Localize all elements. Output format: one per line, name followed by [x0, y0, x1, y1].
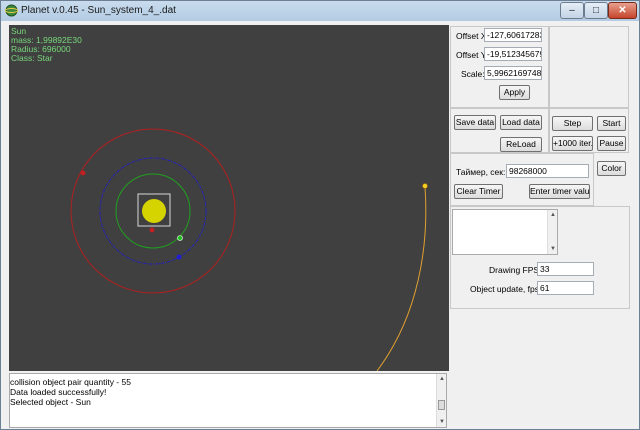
color-button[interactable]: Color — [597, 161, 626, 176]
simulation-canvas[interactable]: Sun mass: 1,99892E30 Radius: 696000 Clas… — [9, 25, 449, 371]
window-title: Planet v.0.45 - Sun_system_4_.dat — [21, 5, 176, 16]
log-line: collision object pair quantity - 55 — [10, 377, 131, 387]
start-button[interactable]: Start — [597, 116, 626, 131]
sun-body[interactable] — [142, 199, 166, 223]
drawing-fps-label: Drawing FPS: — [489, 265, 542, 275]
pause-button[interactable]: Pause — [597, 136, 626, 151]
apply-button[interactable]: Apply — [499, 85, 530, 100]
scroll-up-icon[interactable]: ▲ — [550, 212, 556, 218]
log-scrollbar[interactable]: ▲ ▼ — [436, 374, 446, 427]
log-line: Data loaded successfully! — [10, 387, 107, 397]
timer-input[interactable]: 98268000 — [506, 164, 589, 178]
enter-timer-value-button[interactable]: Enter timer value — [529, 184, 590, 199]
object-update-fps-value: 61 — [537, 281, 594, 295]
scale-input[interactable]: 5,996216974838 — [484, 66, 542, 80]
maximize-button[interactable]: □ — [584, 2, 608, 19]
timer-label: Таймер, сек: — [456, 167, 506, 177]
planet-green[interactable] — [177, 235, 183, 241]
orbit-drawing — [70, 128, 428, 371]
save-data-button[interactable]: Save data — [454, 115, 496, 130]
info-class: Class: Star — [11, 53, 53, 63]
comet-body[interactable] — [422, 183, 428, 189]
planet-red-inner[interactable] — [149, 227, 155, 233]
scroll-up-icon[interactable]: ▲ — [439, 376, 445, 382]
drawing-fps-value: 33 — [537, 262, 594, 276]
planet-app-icon — [5, 4, 18, 17]
log-line: Selected object - Sun — [10, 397, 91, 407]
offset-y-input[interactable]: -19,5123456790 — [484, 47, 542, 61]
comet-trajectory — [376, 186, 427, 371]
object-update-fps-label: Object update, fps: — [470, 284, 542, 294]
object-listbox[interactable]: ▲ ▼ — [452, 209, 558, 255]
plus-1000-iter-button[interactable]: +1000 iter. — [552, 136, 593, 151]
step-button[interactable]: Step — [552, 116, 593, 131]
planet-blue[interactable] — [176, 254, 182, 260]
close-button[interactable]: ✕ — [608, 2, 637, 19]
scroll-thumb[interactable] — [438, 400, 445, 410]
load-data-button[interactable]: Load data — [500, 115, 542, 130]
scroll-down-icon[interactable]: ▼ — [439, 419, 445, 425]
planet-red-outer[interactable] — [80, 170, 86, 176]
offset-x-input[interactable]: -127,606172839 — [484, 28, 542, 42]
scale-label: Scale: — [461, 69, 485, 79]
reload-button[interactable]: ReLoad — [500, 137, 542, 152]
listbox-scrollbar[interactable]: ▲ ▼ — [547, 210, 557, 254]
blank-panel — [549, 26, 629, 108]
minimize-button[interactable]: – — [560, 2, 584, 19]
clear-timer-button[interactable]: Clear Timer — [454, 184, 503, 199]
scroll-down-icon[interactable]: ▼ — [550, 246, 556, 252]
log-textarea[interactable]: collision object pair quantity - 55 Data… — [9, 373, 447, 428]
title-bar[interactable]: Planet v.0.45 - Sun_system_4_.dat – □ ✕ — [1, 1, 639, 21]
app-window: Planet v.0.45 - Sun_system_4_.dat – □ ✕ … — [0, 0, 640, 430]
